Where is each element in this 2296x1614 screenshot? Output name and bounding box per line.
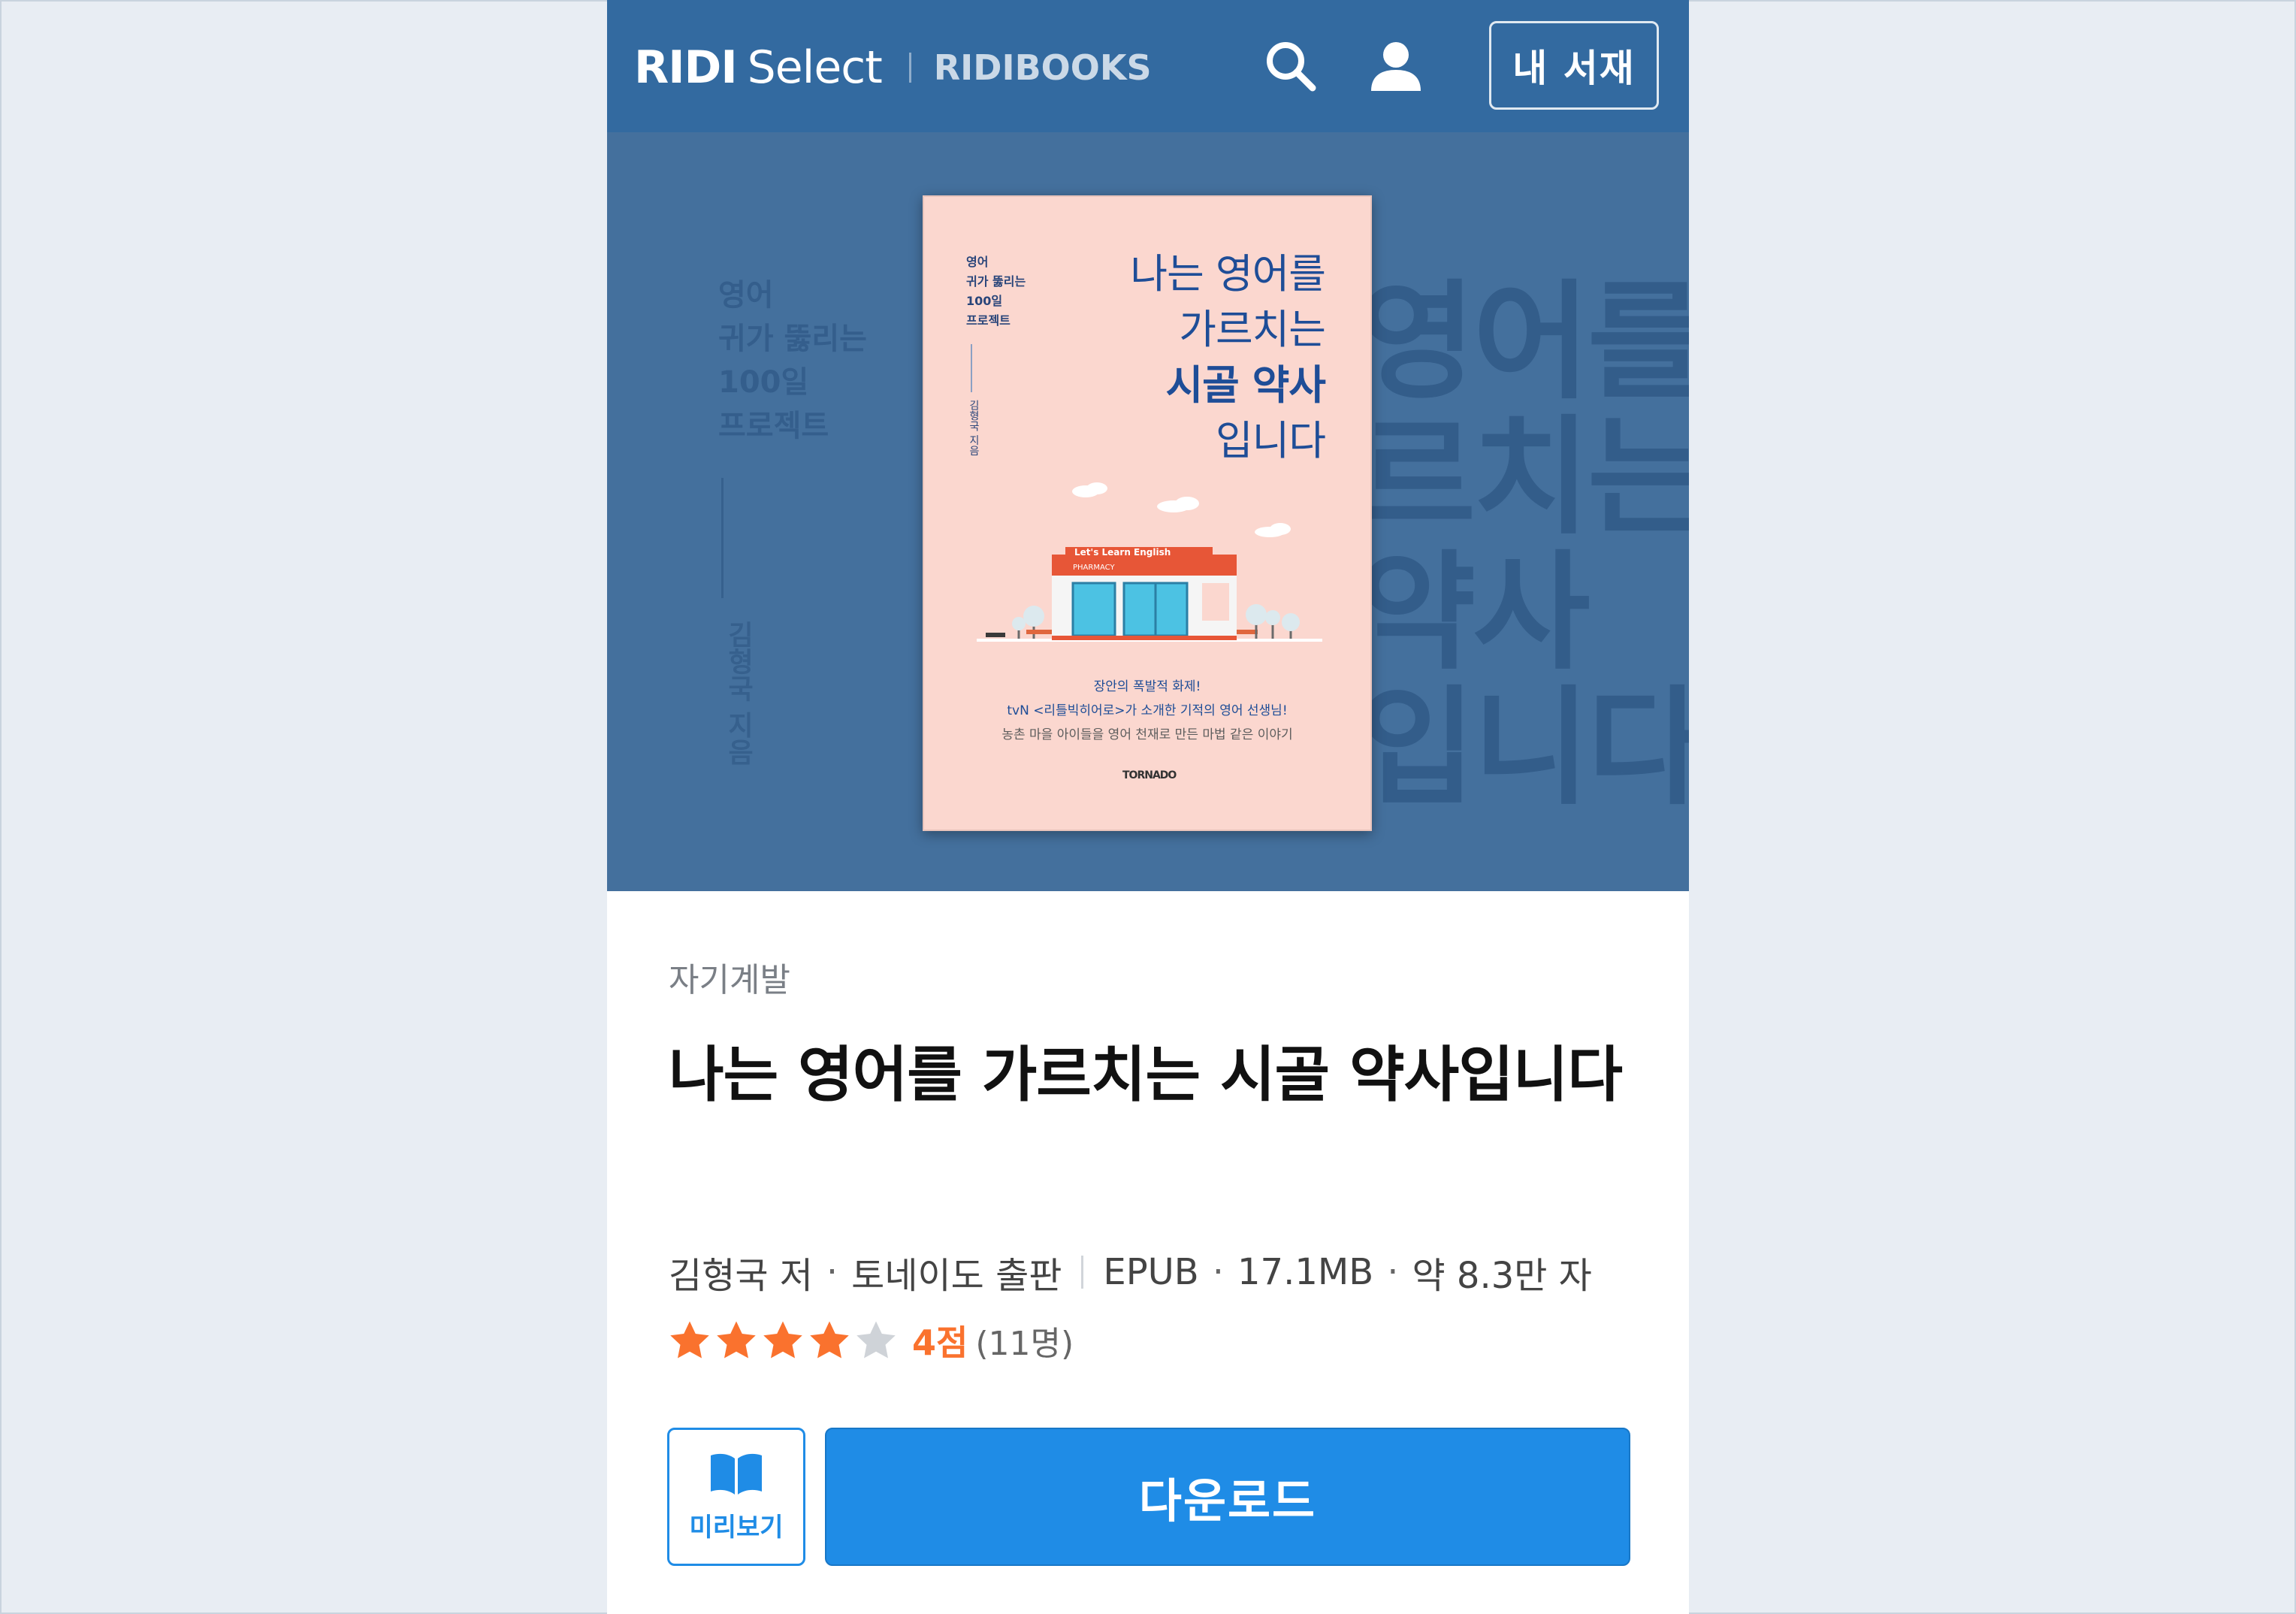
open-book-icon (711, 1453, 762, 1495)
search-button[interactable] (1253, 30, 1328, 102)
preview-label: 미리보기 (689, 1512, 784, 1543)
star-icon (763, 1321, 802, 1359)
star-icon (670, 1321, 709, 1359)
star-icon (717, 1321, 756, 1359)
svg-text:Let's Learn English: Let's Learn English (1074, 547, 1171, 558)
search-icon (1267, 42, 1316, 92)
rating-score: 4점 (912, 1322, 968, 1363)
book-author[interactable]: 김형국 저 (669, 1246, 813, 1298)
bg-title-line: 영어를 (1358, 268, 1689, 417)
cover-rule (971, 344, 972, 392)
top-nav-bar: RIDI Select RIDIBOOKS 내 서재 (607, 0, 1689, 132)
bg-series-line: 귀가 뚫리는 (718, 322, 867, 356)
book-publisher[interactable]: 토네이도 출판 (851, 1246, 1062, 1298)
cover-title-line: 나는 영어를 (1130, 250, 1326, 298)
bg-title-line: 르치는 (1358, 404, 1689, 552)
logo-select-text: Select (747, 41, 883, 94)
book-cover-banner: 영어 귀가 뚫리는 100일 프로젝트 김형국 지음 영어를 르치는 약사 입니… (607, 132, 1689, 891)
cover-series-text: 영어 귀가 뚫리는 100일 프로젝트 (966, 252, 1026, 331)
rating-count: (11명) (975, 1325, 1074, 1363)
book-format: EPUB (1103, 1251, 1199, 1293)
pharmacy-illustration: Let's Learn English PHARMACY (977, 482, 1322, 642)
cover-series-line: 100일 (966, 294, 1003, 308)
cover-title-line: 시골 약사 (1165, 361, 1326, 409)
logo-ridi-text: RIDI (634, 41, 738, 94)
book-file-size: 17.1MB (1237, 1251, 1374, 1293)
cover-series-line: 영어 (966, 255, 989, 269)
star-rating (667, 1318, 900, 1363)
cover-title-line: 가르치는 (1179, 306, 1326, 353)
cover-series-line: 귀가 뚫리는 (966, 274, 1026, 289)
bg-series-line: 100일 (718, 365, 809, 400)
cover-blurb-line: tvN <리틀빅히어로>가 소개한 기적의 영어 선생님! (1007, 703, 1288, 718)
cover-series-line: 프로젝트 (966, 313, 1011, 328)
svg-text:PHARMACY: PHARMACY (1073, 564, 1115, 572)
ridibooks-link[interactable]: RIDIBOOKS (934, 47, 1152, 88)
bg-title-line: 입니다 (1358, 674, 1689, 823)
bg-series-line: 프로젝트 (718, 409, 829, 443)
cover-author: 김형국 지음 (968, 400, 980, 456)
banner-bg-title: 영어를 르치는 약사 입니다 (1358, 275, 1689, 816)
banner-bg-author: 김형국 지음 (723, 621, 754, 766)
meta-divider (1081, 1256, 1084, 1289)
book-category[interactable]: 자기계발 (669, 953, 790, 1001)
download-button[interactable]: 다운로드 (825, 1428, 1630, 1566)
book-title: 나는 영어를 가르치는 시골 약사입니다 (669, 1040, 1623, 1110)
bg-series-line: 영어 (718, 278, 774, 313)
app-viewport: RIDI Select RIDIBOOKS 내 서재 영어 귀가 뚫리는 100… (607, 0, 1689, 1614)
user-icon (1371, 42, 1421, 91)
banner-bg-rule (721, 478, 724, 598)
preview-button[interactable]: 미리보기 (667, 1428, 805, 1566)
cover-blurb-line: 장안의 폭발적 화제! (1093, 679, 1201, 694)
cover-title-line: 입니다 (1215, 417, 1326, 464)
book-cover-image[interactable]: 영어 귀가 뚫리는 100일 프로젝트 김형국 지음 나는 영어를 가르치는 시… (923, 195, 1372, 831)
cover-title: 나는 영어를 가르치는 시골 약사 입니다 (1130, 246, 1326, 469)
bg-title-line: 약사 (1358, 539, 1591, 688)
cover-blurb: 장안의 폭발적 화제! tvN <리틀빅히어로>가 소개한 기적의 영어 선생님… (924, 675, 1370, 747)
book-length: 약 8.3만 자 (1412, 1255, 1592, 1297)
meta-separator: · (1212, 1251, 1224, 1293)
my-library-button[interactable]: 내 서재 (1489, 21, 1659, 110)
star-icon (810, 1321, 849, 1359)
banner-bg-series: 영어 귀가 뚫리는 100일 프로젝트 (718, 274, 867, 448)
logo-divider (908, 53, 911, 83)
cover-blurb-line: 농촌 마을 아이들을 영어 천재로 만든 마법 같은 이야기 (1001, 727, 1293, 742)
book-meta: 김형국 저 · 토네이도 출판 EPUB · 17.1MB · 약 8.3만 자 (669, 1246, 1592, 1298)
meta-separator: · (1387, 1251, 1399, 1293)
book-info-panel: 자기계발 나는 영어를 가르치는 시골 약사입니다 김형국 저 · 토네이도 출… (607, 891, 1689, 1614)
meta-separator: · (826, 1251, 838, 1293)
book-rating: 4점 (11명) (667, 1316, 1074, 1365)
ridi-select-logo[interactable]: RIDI Select RIDIBOOKS (634, 38, 1152, 98)
star-icon (856, 1321, 896, 1359)
account-button[interactable] (1358, 30, 1433, 102)
cover-publisher-logo: TORNADO (1122, 769, 1177, 781)
